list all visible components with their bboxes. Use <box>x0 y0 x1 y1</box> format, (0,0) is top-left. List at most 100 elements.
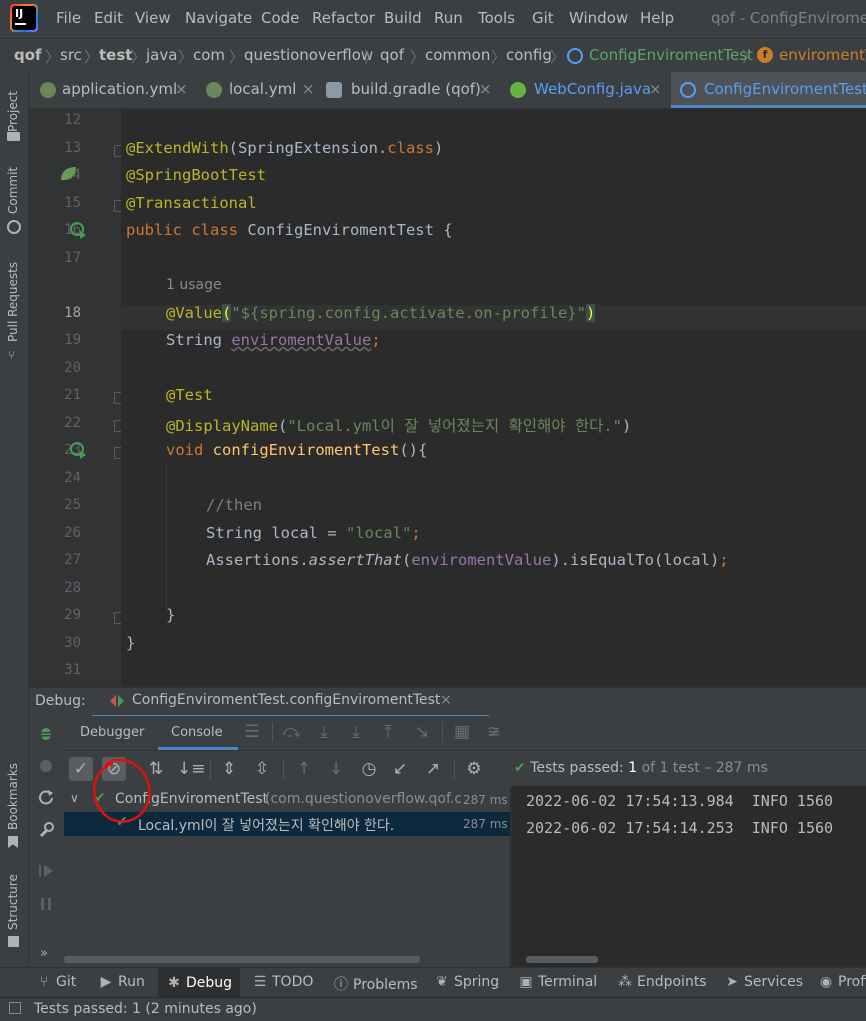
menu-window[interactable]: Window <box>569 9 628 27</box>
collapse-all-icon[interactable]: ⇳ <box>250 757 274 781</box>
debug-window-header: Debug: ConfigEnviromentTest.configEnviro… <box>29 687 866 717</box>
breadcrumb-item[interactable]: qof <box>380 46 404 64</box>
endpoints-icon: ⁂ <box>618 974 632 990</box>
tool-spring[interactable]: ❦ Spring <box>434 974 499 990</box>
tool-services[interactable]: ➤ Services <box>724 974 803 990</box>
tool-problems[interactable]: ⓘ Problems <box>333 974 418 994</box>
export-tests-icon[interactable]: ↗ <box>421 757 445 781</box>
code-editor[interactable]: @ExtendWith(SpringExtension.class) @Spri… <box>121 109 866 687</box>
tool-windows-toggle-icon[interactable] <box>9 1002 21 1014</box>
line-number: 19 <box>64 332 81 348</box>
close-icon[interactable]: × <box>440 692 452 708</box>
breadcrumb-item[interactable]: com <box>193 46 225 64</box>
code-line-15: @Transactional <box>126 194 257 212</box>
tab-webconfig-java[interactable]: WebConfig.java × <box>505 72 671 108</box>
indent-guide <box>166 463 167 608</box>
tool-tab-bookmarks[interactable]: Bookmarks <box>6 763 20 830</box>
menu-help[interactable]: Help <box>640 9 674 27</box>
tab-debugger[interactable]: Debugger <box>80 725 144 740</box>
settings-gear-icon[interactable]: ⚙ <box>462 757 486 781</box>
run-to-cursor-icon[interactable]: ↘ <box>410 720 434 744</box>
step-over-icon[interactable]: ⤼ <box>280 720 304 744</box>
tool-debug[interactable]: ✱ Debug <box>158 968 241 998</box>
more-icon[interactable]: » <box>40 946 48 961</box>
breadcrumb-item[interactable]: test <box>99 46 132 64</box>
menu-edit[interactable]: Edit <box>94 9 123 27</box>
trace-icon[interactable]: ≆ <box>482 720 506 744</box>
next-failed-icon[interactable]: ↓ <box>324 757 348 781</box>
menu-git[interactable]: Git <box>532 9 554 27</box>
tab-label: build.gradle (qof) <box>351 80 481 98</box>
mute-breakpoints-icon[interactable] <box>38 758 54 774</box>
line-number: 12 <box>64 112 81 128</box>
line-number: 25 <box>64 497 81 513</box>
status-message[interactable]: Tests passed: 1 (2 minutes ago) <box>34 1001 257 1017</box>
editor-gutter: 12 13 14 15 16 17 18 19 20 21 22 23 24 2… <box>29 109 125 687</box>
horizontal-scrollbar[interactable] <box>64 956 420 963</box>
close-icon[interactable]: × <box>479 80 492 98</box>
spring-bean-icon[interactable] <box>59 166 77 182</box>
step-into-icon[interactable]: ⤓ <box>312 720 336 744</box>
tab-config-enviroment-test[interactable]: ConfigEnviromentTest.ja <box>671 72 866 108</box>
expand-all-icon[interactable]: ⇕ <box>217 757 241 781</box>
wrench-icon[interactable] <box>38 822 54 838</box>
menu-navigate[interactable]: Navigate <box>185 9 252 27</box>
tool-endpoints[interactable]: ⁂ Endpoints <box>617 974 707 990</box>
pause-icon[interactable] <box>39 897 53 911</box>
breadcrumb-item[interactable]: src <box>60 46 82 64</box>
breadcrumb-item[interactable]: config <box>506 46 552 64</box>
chevron-right-icon: 〉 <box>45 48 61 66</box>
close-icon[interactable]: × <box>175 80 188 98</box>
menu-build[interactable]: Build <box>384 9 422 27</box>
debug-config-tab[interactable]: ConfigEnviromentTest.configEnviromentTes… <box>92 688 489 717</box>
tool-tab-commit[interactable]: Commit <box>6 167 20 214</box>
breadcrumb-item[interactable]: qof <box>14 46 42 64</box>
tool-profiler[interactable]: ◉ Profi <box>818 974 866 990</box>
menu-view[interactable]: View <box>135 9 171 27</box>
tool-tab-project[interactable]: Project <box>6 91 20 132</box>
import-tests-icon[interactable]: ↙ <box>388 757 412 781</box>
breadcrumb-field[interactable]: enviromentV <box>779 46 866 64</box>
chevron-down-icon[interactable]: ∨ <box>70 791 79 805</box>
usage-hint[interactable]: 1 usage <box>166 277 222 293</box>
close-icon[interactable]: × <box>302 80 315 98</box>
tab-application-yml[interactable]: application.yml × <box>29 72 195 108</box>
tool-todo[interactable]: ☰ TODO <box>252 974 314 990</box>
breadcrumb-item[interactable]: questionoverflow <box>244 46 373 64</box>
tool-run[interactable]: ▶ Run <box>98 974 145 990</box>
run-test-icon[interactable] <box>69 221 87 239</box>
chevron-right-icon: 〉 <box>410 48 426 66</box>
console-output[interactable]: 2022-06-02 17:54:13.984 INFO 1560 2022-0… <box>511 786 866 967</box>
rerun-icon[interactable] <box>38 789 54 805</box>
menu-refactor[interactable]: Refactor <box>312 9 375 27</box>
force-step-into-icon[interactable]: ⤓ <box>344 720 368 744</box>
menu-lines-icon[interactable]: ☰ <box>240 720 264 744</box>
resume-icon[interactable] <box>39 864 53 878</box>
menu-code[interactable]: Code <box>261 9 299 27</box>
tab-console[interactable]: Console <box>158 716 238 750</box>
evaluate-icon[interactable]: ▦ <box>450 720 474 744</box>
step-out-icon[interactable]: ⤒ <box>376 720 400 744</box>
breadcrumb-class[interactable]: ConfigEnviromentTest <box>589 46 753 64</box>
breadcrumb-item[interactable]: java <box>146 46 177 64</box>
bug-icon[interactable] <box>38 725 54 741</box>
horizontal-scrollbar[interactable] <box>526 956 598 963</box>
tab-build-gradle[interactable]: build.gradle (qof) × <box>319 72 499 108</box>
tests-status-count: 1 <box>628 760 638 776</box>
menu-file[interactable]: File <box>56 9 81 27</box>
tool-label: Terminal <box>538 974 598 990</box>
tab-local-yml[interactable]: local.yml × <box>199 72 319 108</box>
menu-run[interactable]: Run <box>434 9 463 27</box>
run-test-icon[interactable] <box>69 441 87 459</box>
history-icon[interactable]: ◷ <box>357 757 381 781</box>
tool-tab-pull-requests[interactable]: Pull Requests <box>6 262 20 342</box>
tool-tab-structure[interactable]: Structure <box>6 874 20 930</box>
code-line-21: @Test <box>166 386 213 404</box>
sort-duration-icon[interactable]: ↓≡ <box>177 757 206 781</box>
tool-git[interactable]: ⑂ Git <box>36 974 76 990</box>
previous-failed-icon[interactable]: ↑ <box>292 757 316 781</box>
breadcrumb-item[interactable]: common <box>425 46 490 64</box>
menu-tools[interactable]: Tools <box>478 9 515 27</box>
close-icon[interactable]: × <box>649 80 662 98</box>
tool-terminal[interactable]: ▣ Terminal <box>518 974 597 990</box>
